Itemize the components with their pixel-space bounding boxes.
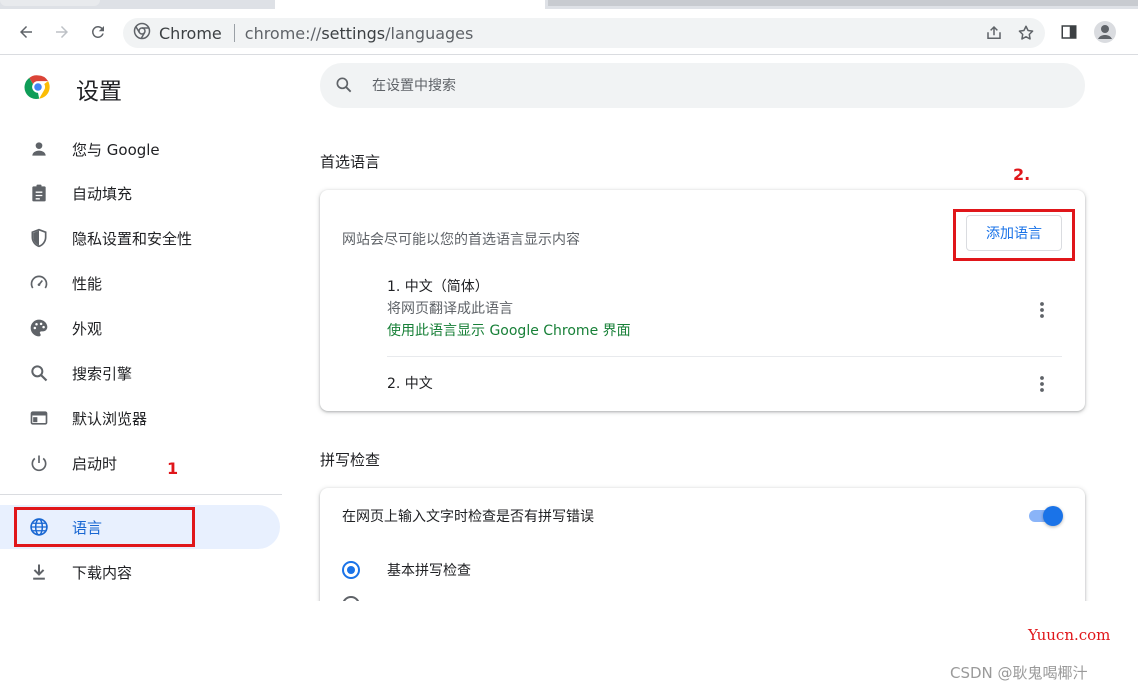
reload-icon[interactable]: [80, 9, 116, 55]
palette-icon: [28, 317, 50, 339]
tab-inactive[interactable]: [0, 0, 100, 6]
url-scheme: chrome://: [244, 23, 322, 43]
radio-basic-spellcheck[interactable]: 基本拼写检查: [342, 560, 471, 580]
language-list-item: 1. 中文（简体） 将网页翻译成此语言 使用此语言显示 Google Chrom…: [387, 276, 1062, 346]
languages-description: 网站会尽可能以您的首选语言显示内容: [342, 232, 580, 248]
chrome-logo-icon: [133, 22, 151, 44]
preferred-languages-card: 网站会尽可能以您的首选语言显示内容 添加语言 1. 中文（简体） 将网页翻译成此…: [320, 190, 1085, 411]
language-row-divider: [387, 356, 1062, 357]
tab-strip: [0, 0, 1138, 9]
globe-icon: [28, 516, 50, 538]
url-host: settings: [321, 23, 386, 43]
sidebar-item-label: 外观: [72, 319, 103, 338]
sidebar-item-autofill[interactable]: 自动填充: [0, 171, 280, 215]
sidebar-item-label: 性能: [72, 274, 103, 293]
speedometer-icon: [28, 272, 50, 294]
watermark-csdn: CSDN @耿鬼喝椰汁: [950, 664, 1088, 682]
language-ui-note: 使用此语言显示 Google Chrome 界面: [387, 323, 631, 339]
section-title-spellcheck: 拼写检查: [320, 451, 381, 469]
address-bar[interactable]: Chrome chrome://settings/languages: [123, 18, 1045, 48]
sidebar-item-label: 语言: [72, 518, 103, 537]
clipboard-icon: [28, 182, 50, 204]
settings-sidebar: 设置 您与 Google 自动填充 隐私设置和安全性 性能 外观 搜索引擎 默认…: [0, 56, 282, 601]
chrome-logo-icon: [24, 73, 52, 105]
page-title: 设置: [76, 79, 122, 105]
language-translate-note: 将网页翻译成此语言: [387, 301, 513, 317]
more-vert-icon[interactable]: [1030, 372, 1054, 396]
watermark-site: Yuucn.com: [1028, 626, 1111, 644]
sidebar-item-search-engine[interactable]: 搜索引擎: [0, 351, 280, 395]
power-icon: [28, 452, 50, 474]
sidebar-item-label: 下载内容: [72, 563, 133, 582]
search-icon: [334, 75, 356, 97]
more-vert-icon[interactable]: [1030, 298, 1054, 322]
sidebar-item-label: 默认浏览器: [72, 409, 148, 428]
profile-avatar-icon[interactable]: [1087, 9, 1123, 55]
search-icon: [28, 362, 50, 384]
search-input[interactable]: [372, 63, 1052, 108]
section-title-preferred-languages: 首选语言: [320, 153, 381, 171]
sidebar-item-you-and-google[interactable]: 您与 Google: [0, 127, 280, 171]
site-chip-label: Chrome: [159, 23, 222, 43]
language-name: 1. 中文（简体）: [387, 279, 489, 295]
forward-arrow-icon[interactable]: [44, 9, 80, 55]
spellcheck-toggle[interactable]: [1027, 506, 1063, 526]
sidebar-item-languages[interactable]: 语言: [0, 505, 280, 549]
sidebar-item-label: 搜索引擎: [72, 364, 133, 383]
side-panel-icon[interactable]: [1051, 9, 1087, 55]
sidebar-item-label: 隐私设置和安全性: [72, 229, 193, 248]
bookmark-star-icon[interactable]: [1013, 21, 1039, 45]
sidebar-item-label: 您与 Google: [72, 140, 160, 159]
sidebar-divider: [0, 494, 282, 495]
sidebar-item-privacy[interactable]: 隐私设置和安全性: [0, 216, 280, 260]
browser-toolbar: Chrome chrome://settings/languages: [0, 9, 1138, 55]
language-name: 2. 中文: [387, 376, 433, 392]
shield-icon: [28, 227, 50, 249]
download-icon: [28, 561, 50, 583]
annotation-step-1: 1: [167, 459, 179, 478]
browser-window-icon: [28, 407, 50, 429]
sidebar-item-label: 自动填充: [72, 184, 133, 203]
settings-brand: 设置: [24, 72, 122, 106]
radio-button-selected[interactable]: [342, 561, 360, 579]
person-icon: [28, 138, 50, 160]
sidebar-item-appearance[interactable]: 外观: [0, 306, 280, 350]
url-text: chrome://settings/languages: [245, 24, 474, 43]
toggle-knob: [1043, 506, 1063, 526]
sidebar-item-label: 启动时: [72, 454, 118, 473]
address-separator: [233, 24, 235, 42]
settings-search-bar[interactable]: [320, 63, 1085, 108]
annotation-step-2: 2.: [1013, 165, 1031, 184]
tab-active[interactable]: [275, 0, 545, 9]
language-list-item: 2. 中文: [387, 373, 1062, 395]
sidebar-item-on-startup[interactable]: 启动时: [0, 441, 280, 485]
spellcheck-toggle-label: 在网页上输入文字时检查是否有拼写错误: [342, 509, 594, 525]
sidebar-item-performance[interactable]: 性能: [0, 261, 280, 305]
back-arrow-icon[interactable]: [8, 9, 44, 55]
sidebar-item-downloads[interactable]: 下载内容: [0, 550, 280, 594]
sidebar-item-default-browser[interactable]: 默认浏览器: [0, 396, 280, 440]
tab-strip-bar: [548, 0, 1138, 6]
add-language-button[interactable]: 添加语言: [966, 215, 1062, 251]
share-icon[interactable]: [981, 21, 1007, 45]
radio-label: 基本拼写检查: [387, 563, 471, 579]
radio-dot: [347, 566, 355, 574]
url-path: /languages: [385, 23, 474, 43]
